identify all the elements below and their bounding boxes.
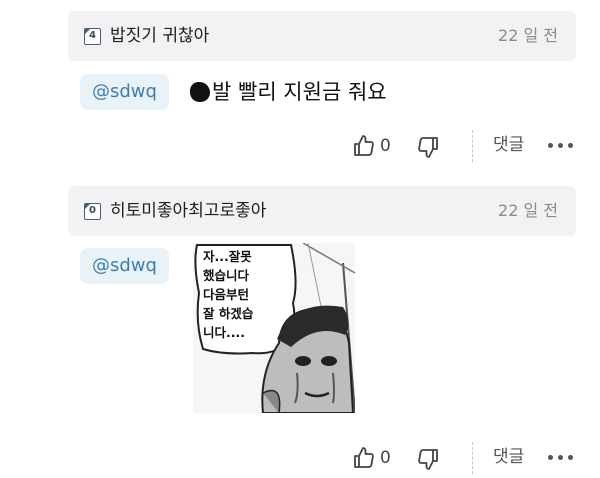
comment-item: 4 밥짓기 귀찮아 22 일 전 @sdwq 발 빨리 지원금 줘요 0 댓글 xyxy=(0,0,600,178)
more-dots-icon[interactable] xyxy=(548,455,576,461)
speech-line: 니다.... xyxy=(203,325,245,340)
reply-button[interactable]: 댓글 xyxy=(493,446,524,468)
comment-text: 발 빨리 지원금 줘요 xyxy=(212,80,387,104)
blob-emoji-icon xyxy=(190,82,210,102)
mention-tag[interactable]: @sdwq xyxy=(80,248,169,284)
comment-image[interactable]: 자...잘못 했습니다 다음부턴 잘 하겠습 니다.... xyxy=(193,243,355,413)
level-badge-icon: 0 xyxy=(84,203,101,220)
comment-item: 0 히토미좋아최고로좋아 22 일 전 @sdwq 자...잘못 했습니다 다음… xyxy=(0,178,600,478)
more-dots-icon[interactable] xyxy=(548,143,576,149)
reply-button[interactable]: 댓글 xyxy=(493,134,524,156)
comment-header: 0 히토미좋아최고로좋아 22 일 전 xyxy=(68,186,576,236)
thumbs-down-icon[interactable] xyxy=(416,447,440,471)
mention-tag[interactable]: @sdwq xyxy=(80,74,169,110)
divider xyxy=(472,442,473,474)
comment-time: 22 일 전 xyxy=(498,201,558,220)
thumbs-down-icon[interactable] xyxy=(416,135,440,159)
speech-line: 했습니다 xyxy=(203,268,250,283)
comment-author[interactable]: 히토미좋아최고로좋아 xyxy=(110,200,266,222)
comment-header: 4 밥짓기 귀찮아 22 일 전 xyxy=(68,11,576,61)
comment-author[interactable]: 밥짓기 귀찮아 xyxy=(110,25,209,47)
speech-line: 잘 하겠습 xyxy=(203,306,254,321)
like-count: 0 xyxy=(380,136,391,156)
like-count: 0 xyxy=(380,448,391,468)
comment-time: 22 일 전 xyxy=(498,26,558,45)
comment-body: 발 빨리 지원금 줘요 xyxy=(190,76,387,108)
comment-actions: 0 댓글 xyxy=(0,440,600,476)
thumbs-up-icon[interactable] xyxy=(352,134,376,158)
speech-line: 자...잘못 xyxy=(203,249,252,264)
speech-line: 다음부턴 xyxy=(203,287,250,302)
speech-bubble-text: 자...잘못 했습니다 다음부턴 잘 하겠습 니다.... xyxy=(203,247,253,342)
level-badge-icon: 4 xyxy=(84,28,101,45)
divider xyxy=(472,130,473,162)
comment-actions: 0 댓글 xyxy=(0,128,600,164)
thumbs-up-icon[interactable] xyxy=(352,446,376,470)
